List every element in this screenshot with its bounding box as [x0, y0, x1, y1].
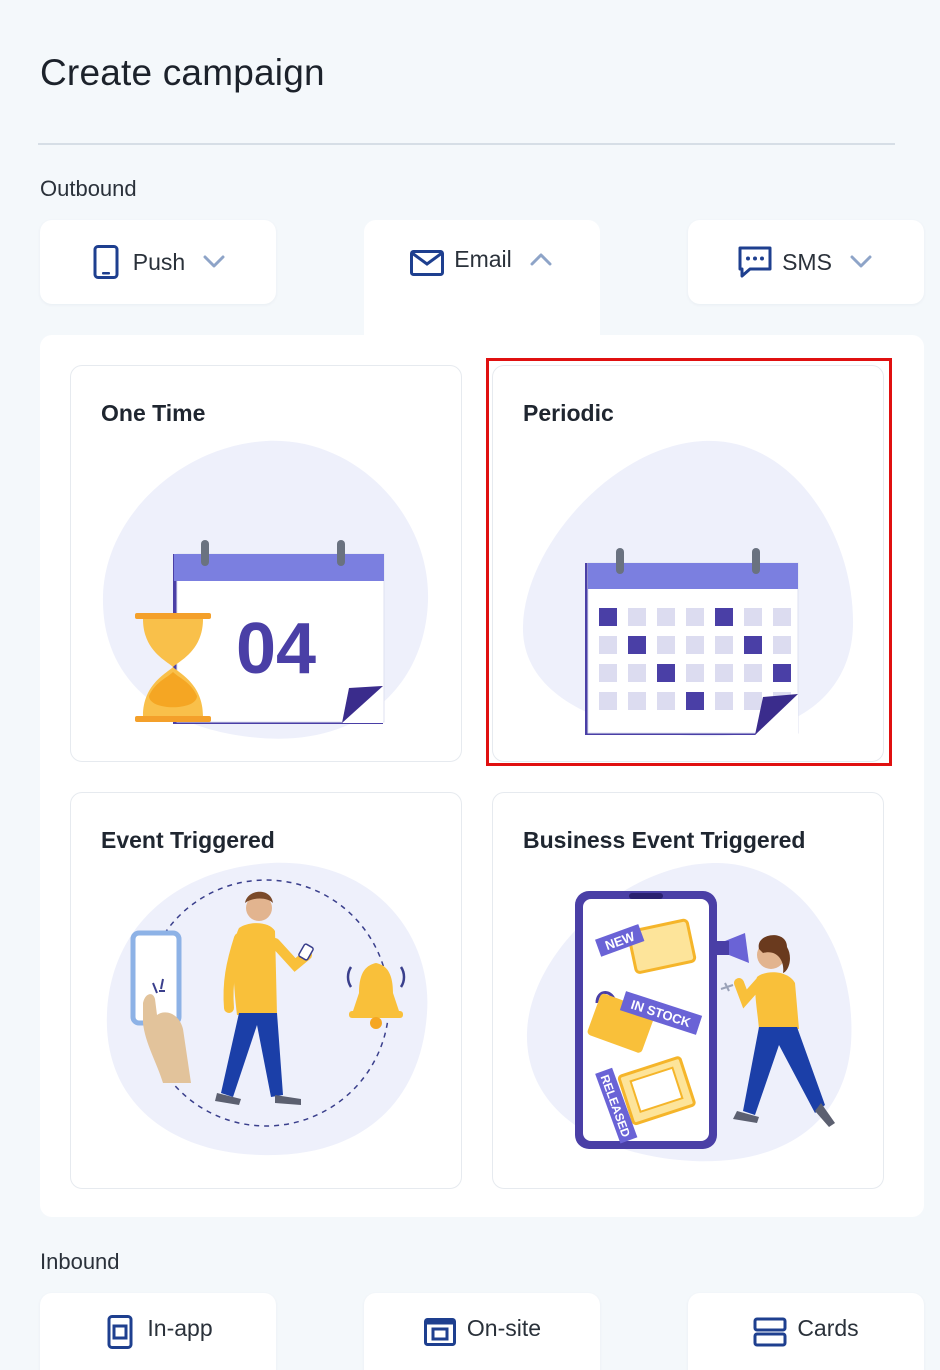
calendar-day-marked — [628, 636, 646, 654]
header-divider — [38, 143, 895, 145]
calendar-day — [628, 664, 646, 682]
chevron-up-icon — [528, 246, 554, 272]
calendar-day — [773, 636, 791, 654]
tab-sms-label: SMS — [782, 248, 832, 275]
calendar-day — [599, 664, 617, 682]
inbound-section-label: Inbound — [40, 1249, 120, 1274]
sms-icon — [738, 245, 772, 279]
card-one-time-title: One Time — [101, 400, 206, 426]
calendar-day — [744, 608, 762, 626]
tab-in-app[interactable]: In-app — [40, 1293, 276, 1370]
card-one-time[interactable]: 04 One Time — [70, 365, 462, 762]
calendar-day — [744, 664, 762, 682]
in-app-icon — [103, 1315, 137, 1349]
chevron-down-icon — [201, 249, 227, 275]
on-site-icon — [423, 1315, 457, 1349]
calendar-day — [599, 636, 617, 654]
calendar-day — [628, 608, 646, 626]
tab-cards[interactable]: Cards — [688, 1293, 924, 1370]
calendar-day — [744, 692, 762, 710]
page-title: Create campaign — [40, 52, 325, 93]
calendar-day — [686, 664, 704, 682]
calendar-day — [715, 636, 733, 654]
calendar-day — [686, 608, 704, 626]
card-business-event-triggered-title: Business Event Triggered — [523, 827, 806, 853]
calendar-day — [715, 664, 733, 682]
calendar-day-marked — [715, 608, 733, 626]
calendar-day — [657, 692, 675, 710]
tab-on-site-label: On-site — [466, 1315, 542, 1341]
mail-icon — [410, 246, 445, 280]
calendar-day — [686, 636, 704, 654]
calendar-day-marked — [773, 664, 791, 682]
calendar-day — [715, 692, 733, 710]
calendar-day — [773, 608, 791, 626]
calendar-day — [657, 608, 675, 626]
calendar-day-marked — [744, 636, 762, 654]
tab-email[interactable]: Email — [364, 220, 600, 340]
calendar-day-marked — [686, 692, 704, 710]
calendar-day-marked — [657, 664, 675, 682]
calendar-day — [599, 692, 617, 710]
tab-sms[interactable]: SMS — [688, 220, 924, 304]
outbound-section-label: Outbound — [40, 176, 137, 201]
cards-icon — [753, 1315, 787, 1349]
calendar-day — [657, 636, 675, 654]
calendar-day-marked — [599, 608, 617, 626]
tab-in-app-label: In-app — [147, 1315, 213, 1341]
tab-push[interactable]: Push — [40, 220, 276, 304]
chevron-down-icon — [848, 249, 874, 275]
tab-email-label: Email — [454, 246, 512, 272]
calendar-day — [628, 692, 646, 710]
tab-on-site[interactable]: On-site — [364, 1293, 600, 1370]
tab-push-label: Push — [132, 248, 186, 275]
card-periodic-title: Periodic — [523, 400, 614, 426]
card-business-event-triggered[interactable]: NEW IN STOCK RELEASED Business Event Tri… — [492, 792, 884, 1189]
card-periodic[interactable]: Periodic — [492, 365, 884, 762]
date-number-label: 04 — [236, 609, 316, 689]
tab-cards-label: Cards — [797, 1315, 859, 1341]
card-event-triggered[interactable]: Event Triggered — [70, 792, 462, 1189]
phone-icon — [89, 245, 123, 279]
card-event-triggered-title: Event Triggered — [101, 827, 275, 853]
